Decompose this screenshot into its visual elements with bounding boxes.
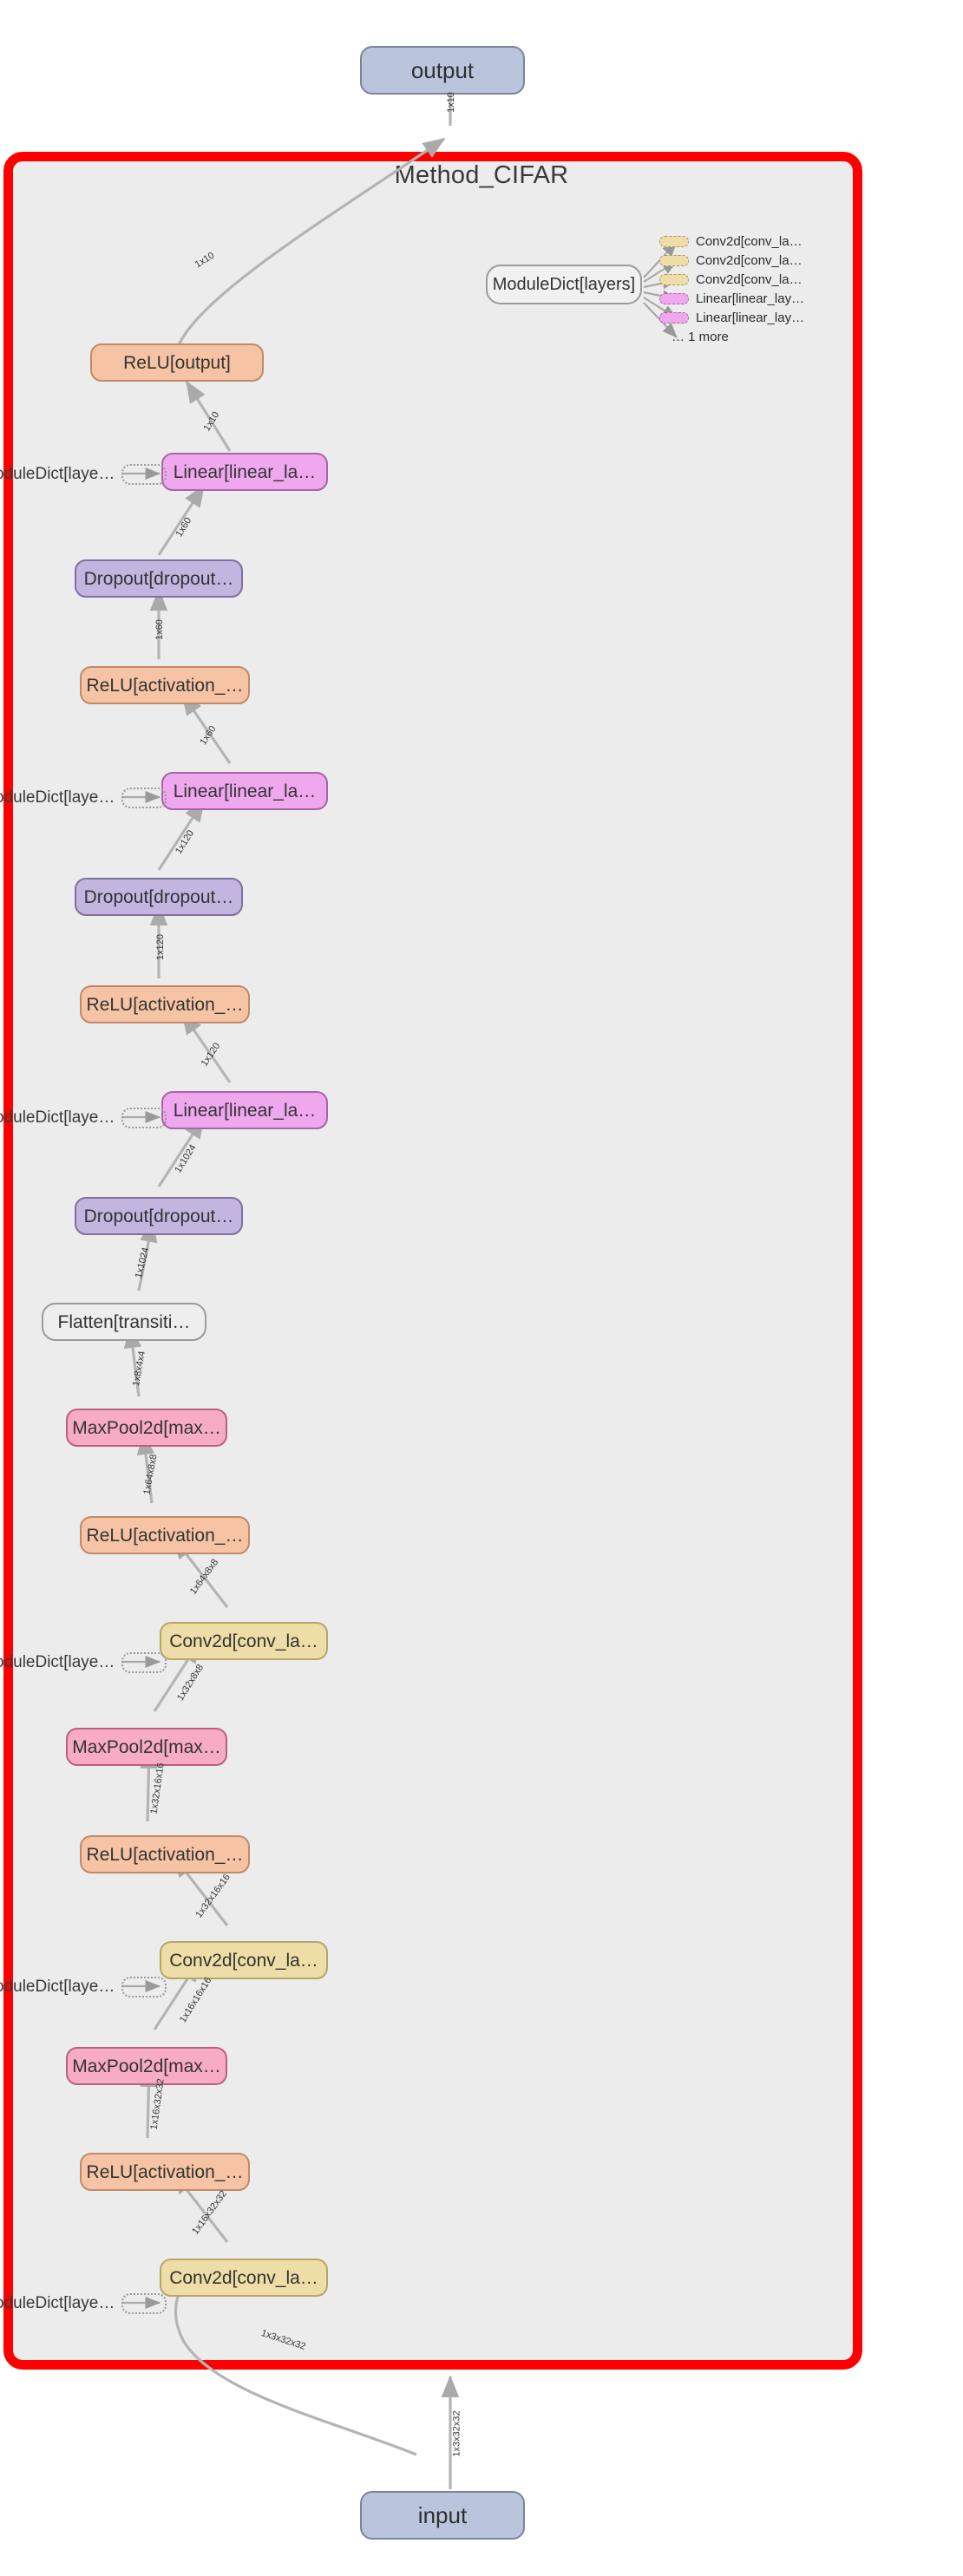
legend-item[interactable]: Linear[linear_lay… [659,290,804,308]
node-dropout-2[interactable]: Dropout[dropout… [75,878,243,916]
node-conv-1[interactable]: Conv2d[conv_la… [160,2259,328,2297]
node-label: Linear[linear_la… [173,781,317,801]
collapsed-node-stub-icon [121,464,167,485]
side-ref-linear-1[interactable]: oduleDict[laye… [0,1108,167,1128]
node-maxpool-1[interactable]: MaxPool2d[max… [66,2047,227,2085]
collapsed-node-stub-icon [121,788,167,808]
conv2d-chip-icon [659,255,689,266]
side-ref-label: oduleDict[laye… [0,1978,115,1996]
node-dropout-1[interactable]: Dropout[dropout… [75,1197,243,1235]
node-relu-c2[interactable]: ReLU[activation_… [80,1835,250,1873]
node-label: Conv2d[conv_la… [169,2267,318,2288]
node-label: ReLU[activation_… [86,994,244,1015]
node-input[interactable]: input [360,2491,525,2540]
collapsed-node-stub-icon [121,1108,167,1128]
diagram-canvas: Method_CIFAR output input ModuleDict[lay… [0,0,963,2576]
side-ref-conv-2[interactable]: oduleDict[laye… [0,1977,167,1997]
node-label: Dropout[dropout… [83,1206,234,1226]
conv2d-chip-icon [659,236,689,247]
node-label: Conv2d[conv_la… [169,1631,318,1651]
node-conv-3[interactable]: Conv2d[conv_la… [160,1622,328,1660]
side-ref-conv-3[interactable]: oduleDict[laye… [0,1652,167,1673]
legend-more-row[interactable]: … 1 more [659,328,804,346]
side-ref-linear-2[interactable]: oduleDict[laye… [0,788,167,808]
node-label: ReLU[activation_… [86,1525,244,1546]
edge-label: 1x60 [154,619,165,640]
node-maxpool-3[interactable]: MaxPool2d[max… [66,1409,227,1447]
node-moduledict-layers[interactable]: ModuleDict[layers] [486,265,642,304]
legend-item[interactable]: Conv2d[conv_la… [659,271,804,289]
node-output[interactable]: output [360,46,525,95]
node-relu-c1[interactable]: ReLU[activation_… [80,2153,250,2191]
node-label: ReLU[activation_… [86,1844,244,1865]
node-dropout-3[interactable]: Dropout[dropout… [75,559,243,598]
linear-chip-icon [659,293,689,304]
legend-item[interactable]: Conv2d[conv_la… [659,232,804,251]
node-linear-3[interactable]: Linear[linear_la… [161,453,328,491]
side-ref-label: oduleDict[laye… [0,2294,115,2312]
moduledict-legend: Conv2d[conv_la… Conv2d[conv_la… Conv2d[c… [659,232,804,347]
legend-item-label: Linear[linear_lay… [696,311,805,325]
node-label: ReLU[activation_… [86,2161,244,2182]
node-label: Linear[linear_la… [173,1100,317,1121]
side-ref-label: oduleDict[laye… [0,788,115,807]
legend-item-label: Linear[linear_lay… [696,291,805,306]
side-ref-linear-3[interactable]: oduleDict[laye… [0,464,167,485]
node-relu-output[interactable]: ReLU[output] [90,343,264,382]
side-ref-label: oduleDict[laye… [0,1653,115,1671]
side-ref-conv-1[interactable]: oduleDict[laye… [0,2293,167,2314]
node-moduledict-label: ModuleDict[layers] [492,275,636,294]
legend-item-label: Conv2d[conv_la… [696,253,802,268]
node-relu-c3[interactable]: ReLU[activation_… [80,1516,250,1554]
conv2d-chip-icon [659,274,689,285]
node-label: Dropout[dropout… [83,568,234,589]
legend-item[interactable]: Linear[linear_lay… [659,309,804,327]
node-label: ReLU[output] [123,352,231,373]
collapsed-node-stub-icon [121,1652,167,1673]
node-label: Dropout[dropout… [83,886,234,907]
node-label: MaxPool2d[max… [72,1417,221,1438]
legend-more-label: … 1 more [671,330,729,344]
node-input-label: input [417,2502,468,2528]
node-maxpool-2[interactable]: MaxPool2d[max… [66,1728,227,1766]
linear-chip-icon [659,312,689,324]
node-label: Conv2d[conv_la… [169,1950,318,1971]
node-label: Flatten[transiti… [57,1311,191,1332]
node-linear-1[interactable]: Linear[linear_la… [161,1091,328,1129]
side-ref-label: oduleDict[laye… [0,1108,115,1127]
node-label: ReLU[activation_… [86,675,244,696]
cluster-title: Method_CIFAR [394,161,569,189]
legend-item-label: Conv2d[conv_la… [696,272,802,287]
legend-item[interactable]: Conv2d[conv_la… [659,252,804,270]
collapsed-node-stub-icon [121,2293,167,2314]
node-linear-2[interactable]: Linear[linear_la… [161,772,328,810]
node-label: MaxPool2d[max… [72,2056,221,2076]
side-ref-label: oduleDict[laye… [0,465,115,483]
node-relu-2[interactable]: ReLU[activation_… [80,985,250,1023]
node-output-label: output [410,57,475,83]
node-label: Linear[linear_la… [173,461,317,482]
legend-item-label: Conv2d[conv_la… [696,234,802,249]
edge-label: 1x3x32x32 [451,2410,462,2457]
node-relu-3[interactable]: ReLU[activation_… [80,666,250,704]
node-flatten[interactable]: Flatten[transiti… [42,1303,206,1341]
node-label: MaxPool2d[max… [72,1736,221,1757]
edge-label: 1x120 [154,934,166,960]
node-conv-2[interactable]: Conv2d[conv_la… [160,1941,328,1979]
edge-label: 1x10 [445,92,456,113]
collapsed-node-stub-icon [121,1977,167,1997]
